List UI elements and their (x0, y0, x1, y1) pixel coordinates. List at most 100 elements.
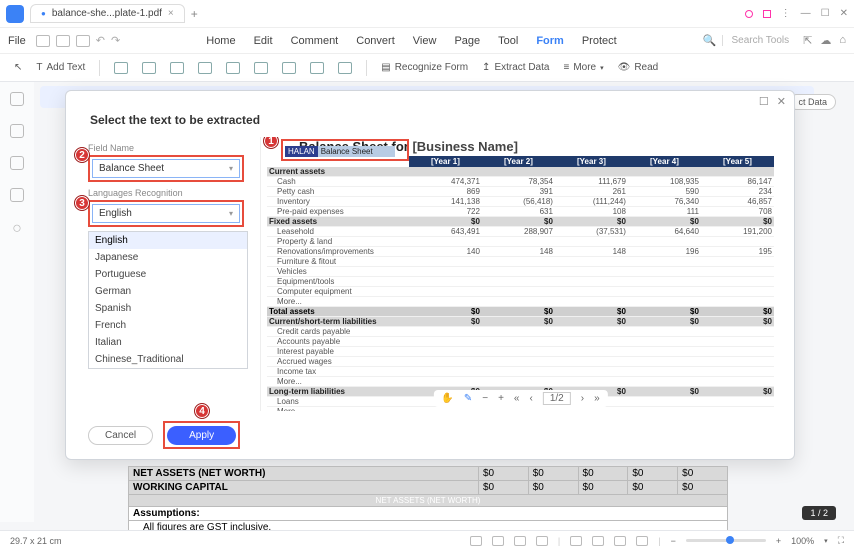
statusbar: 29.7 x 21 cm | | − + 100% ▾ ⛶ (0, 530, 854, 550)
close-window-icon[interactable]: ✕ (840, 8, 848, 19)
menu-comment[interactable]: Comment (291, 35, 339, 47)
lang-option[interactable]: Portuguese (89, 266, 247, 283)
zoom-out-statusbar-icon[interactable]: − (671, 536, 676, 546)
redo-icon[interactable]: ↷ (111, 34, 120, 47)
lang-option[interactable]: Spanish (89, 300, 247, 317)
page-badge: 1 / 2 (802, 506, 836, 520)
menu-form[interactable]: Form (536, 35, 564, 47)
table-row: More... (267, 407, 774, 412)
form-field-6-icon[interactable] (254, 62, 268, 74)
layout-1-icon[interactable] (570, 536, 582, 546)
layers-icon[interactable] (10, 188, 24, 202)
menu-protect[interactable]: Protect (582, 35, 617, 47)
lang-option[interactable]: English (89, 232, 247, 249)
form-field-5-icon[interactable] (226, 62, 240, 74)
menu-home[interactable]: Home (206, 35, 235, 47)
recognize-form-button[interactable]: ▤Recognize Form (381, 62, 468, 73)
search-tools-icon[interactable]: 🔍 (703, 34, 717, 47)
thumbnails-icon[interactable] (10, 92, 24, 106)
field-name-select[interactable]: Balance Sheet ▾ (92, 159, 240, 178)
extract-data-pill[interactable]: ct Data (789, 94, 836, 110)
form-field-3-icon[interactable] (170, 62, 184, 74)
apply-button[interactable]: Apply (167, 426, 236, 445)
bookmarks-icon[interactable] (10, 124, 24, 138)
form-field-overlay[interactable]: HALANBalance Sheet (285, 143, 395, 159)
more-dropdown[interactable]: ≡More▾ (563, 62, 603, 73)
menu-convert[interactable]: Convert (356, 35, 395, 47)
layout-2-icon[interactable] (592, 536, 604, 546)
file-menu[interactable]: File (8, 35, 26, 47)
table-row: Accrued wages (267, 357, 774, 367)
menu-page[interactable]: Page (454, 35, 480, 47)
form-field-9-icon[interactable] (338, 62, 352, 74)
zoom-in-icon[interactable]: + (498, 393, 504, 404)
dialog-close-icon[interactable]: ✕ (777, 95, 786, 108)
menu-tool[interactable]: Tool (498, 35, 518, 47)
lang-option[interactable]: Japanese (89, 249, 247, 266)
search-tools-input[interactable]: Search Tools (722, 35, 789, 46)
document-tab[interactable]: ● balance-she...plate-1.pdf × (30, 4, 185, 23)
lang-select[interactable]: English ▾ (92, 204, 240, 223)
zoom-slider[interactable] (686, 539, 766, 542)
share-icon[interactable]: ⇱ (803, 34, 812, 47)
extract-data-button[interactable]: ↥Extract Data (482, 62, 549, 73)
view-mode-2-icon[interactable] (492, 536, 504, 546)
menu-view[interactable]: View (413, 35, 437, 47)
add-tab-button[interactable]: + (191, 7, 198, 21)
zoom-value[interactable]: 100% (791, 536, 814, 546)
undo-icon[interactable]: ↶ (96, 34, 105, 47)
form-field-7-icon[interactable] (282, 62, 296, 74)
record-icon[interactable] (745, 10, 753, 18)
page-indicator[interactable]: 1/2 (543, 392, 571, 405)
pointer-icon[interactable]: ↖ (14, 62, 22, 73)
form-field-2-icon[interactable] (142, 62, 156, 74)
mail-icon[interactable] (56, 35, 70, 47)
form-field-8-icon[interactable] (310, 62, 324, 74)
field-name-value: Balance Sheet (99, 163, 164, 174)
lang-option[interactable]: Chinese_Traditional (89, 351, 247, 368)
prev-page-icon[interactable]: ‹ (529, 393, 532, 404)
form-field-4-icon[interactable] (198, 62, 212, 74)
save-icon[interactable] (36, 35, 50, 47)
dialog-left-pane: 2 Field Name Balance Sheet ▾ 3 Languages… (88, 137, 248, 411)
minimize-icon[interactable]: — (801, 8, 811, 19)
hand-tool-icon[interactable]: ✋ (441, 393, 453, 404)
cloud-icon[interactable]: ☁ (820, 34, 831, 47)
print-icon[interactable] (76, 35, 90, 47)
kebab-icon[interactable]: ⋮ (781, 8, 791, 19)
search-rail-icon[interactable]: ○ (12, 220, 22, 238)
lang-option[interactable]: German (89, 283, 247, 300)
layout-3-icon[interactable] (614, 536, 626, 546)
cancel-button[interactable]: Cancel (88, 426, 153, 445)
layout-4-icon[interactable] (636, 536, 648, 546)
lang-option[interactable]: Italian (89, 334, 247, 351)
year-header: [Year 4] (628, 156, 701, 167)
first-page-icon[interactable]: « (514, 393, 520, 404)
home-icon[interactable]: ⌂ (839, 34, 846, 47)
zoom-out-icon[interactable]: − (482, 393, 488, 404)
next-page-icon[interactable]: › (581, 393, 584, 404)
form-toolbar: ↖ TAdd Text ▤Recognize Form ↥Extract Dat… (0, 54, 854, 82)
table-row: Furniture & fitout (267, 257, 774, 267)
net-assets-bar: NET ASSETS (NET WORTH) (129, 495, 728, 507)
view-mode-3-icon[interactable] (514, 536, 526, 546)
close-tab-icon[interactable]: × (168, 8, 174, 19)
last-page-icon[interactable]: » (594, 393, 600, 404)
zoom-in-statusbar-icon[interactable]: + (776, 536, 781, 546)
view-mode-1-icon[interactable] (470, 536, 482, 546)
maximize-icon[interactable]: ☐ (821, 8, 830, 19)
attachments-icon[interactable] (10, 156, 24, 170)
table-row: Current assets (267, 167, 774, 177)
lang-option[interactable]: French (89, 317, 247, 334)
left-sidebar: ○ (0, 82, 34, 522)
chevron-down-icon: ▾ (229, 164, 233, 173)
menu-edit[interactable]: Edit (254, 35, 273, 47)
read-button[interactable]: 👁Read (618, 62, 659, 73)
dialog-maximize-icon[interactable]: ☐ (759, 95, 769, 108)
fullscreen-icon[interactable]: ⛶ (838, 535, 844, 546)
edit-tool-icon[interactable]: ✎ (464, 393, 472, 404)
screenshot-icon[interactable] (763, 10, 771, 18)
add-text-button[interactable]: TAdd Text (36, 62, 85, 73)
view-mode-4-icon[interactable] (536, 536, 548, 546)
form-field-1-icon[interactable] (114, 62, 128, 74)
